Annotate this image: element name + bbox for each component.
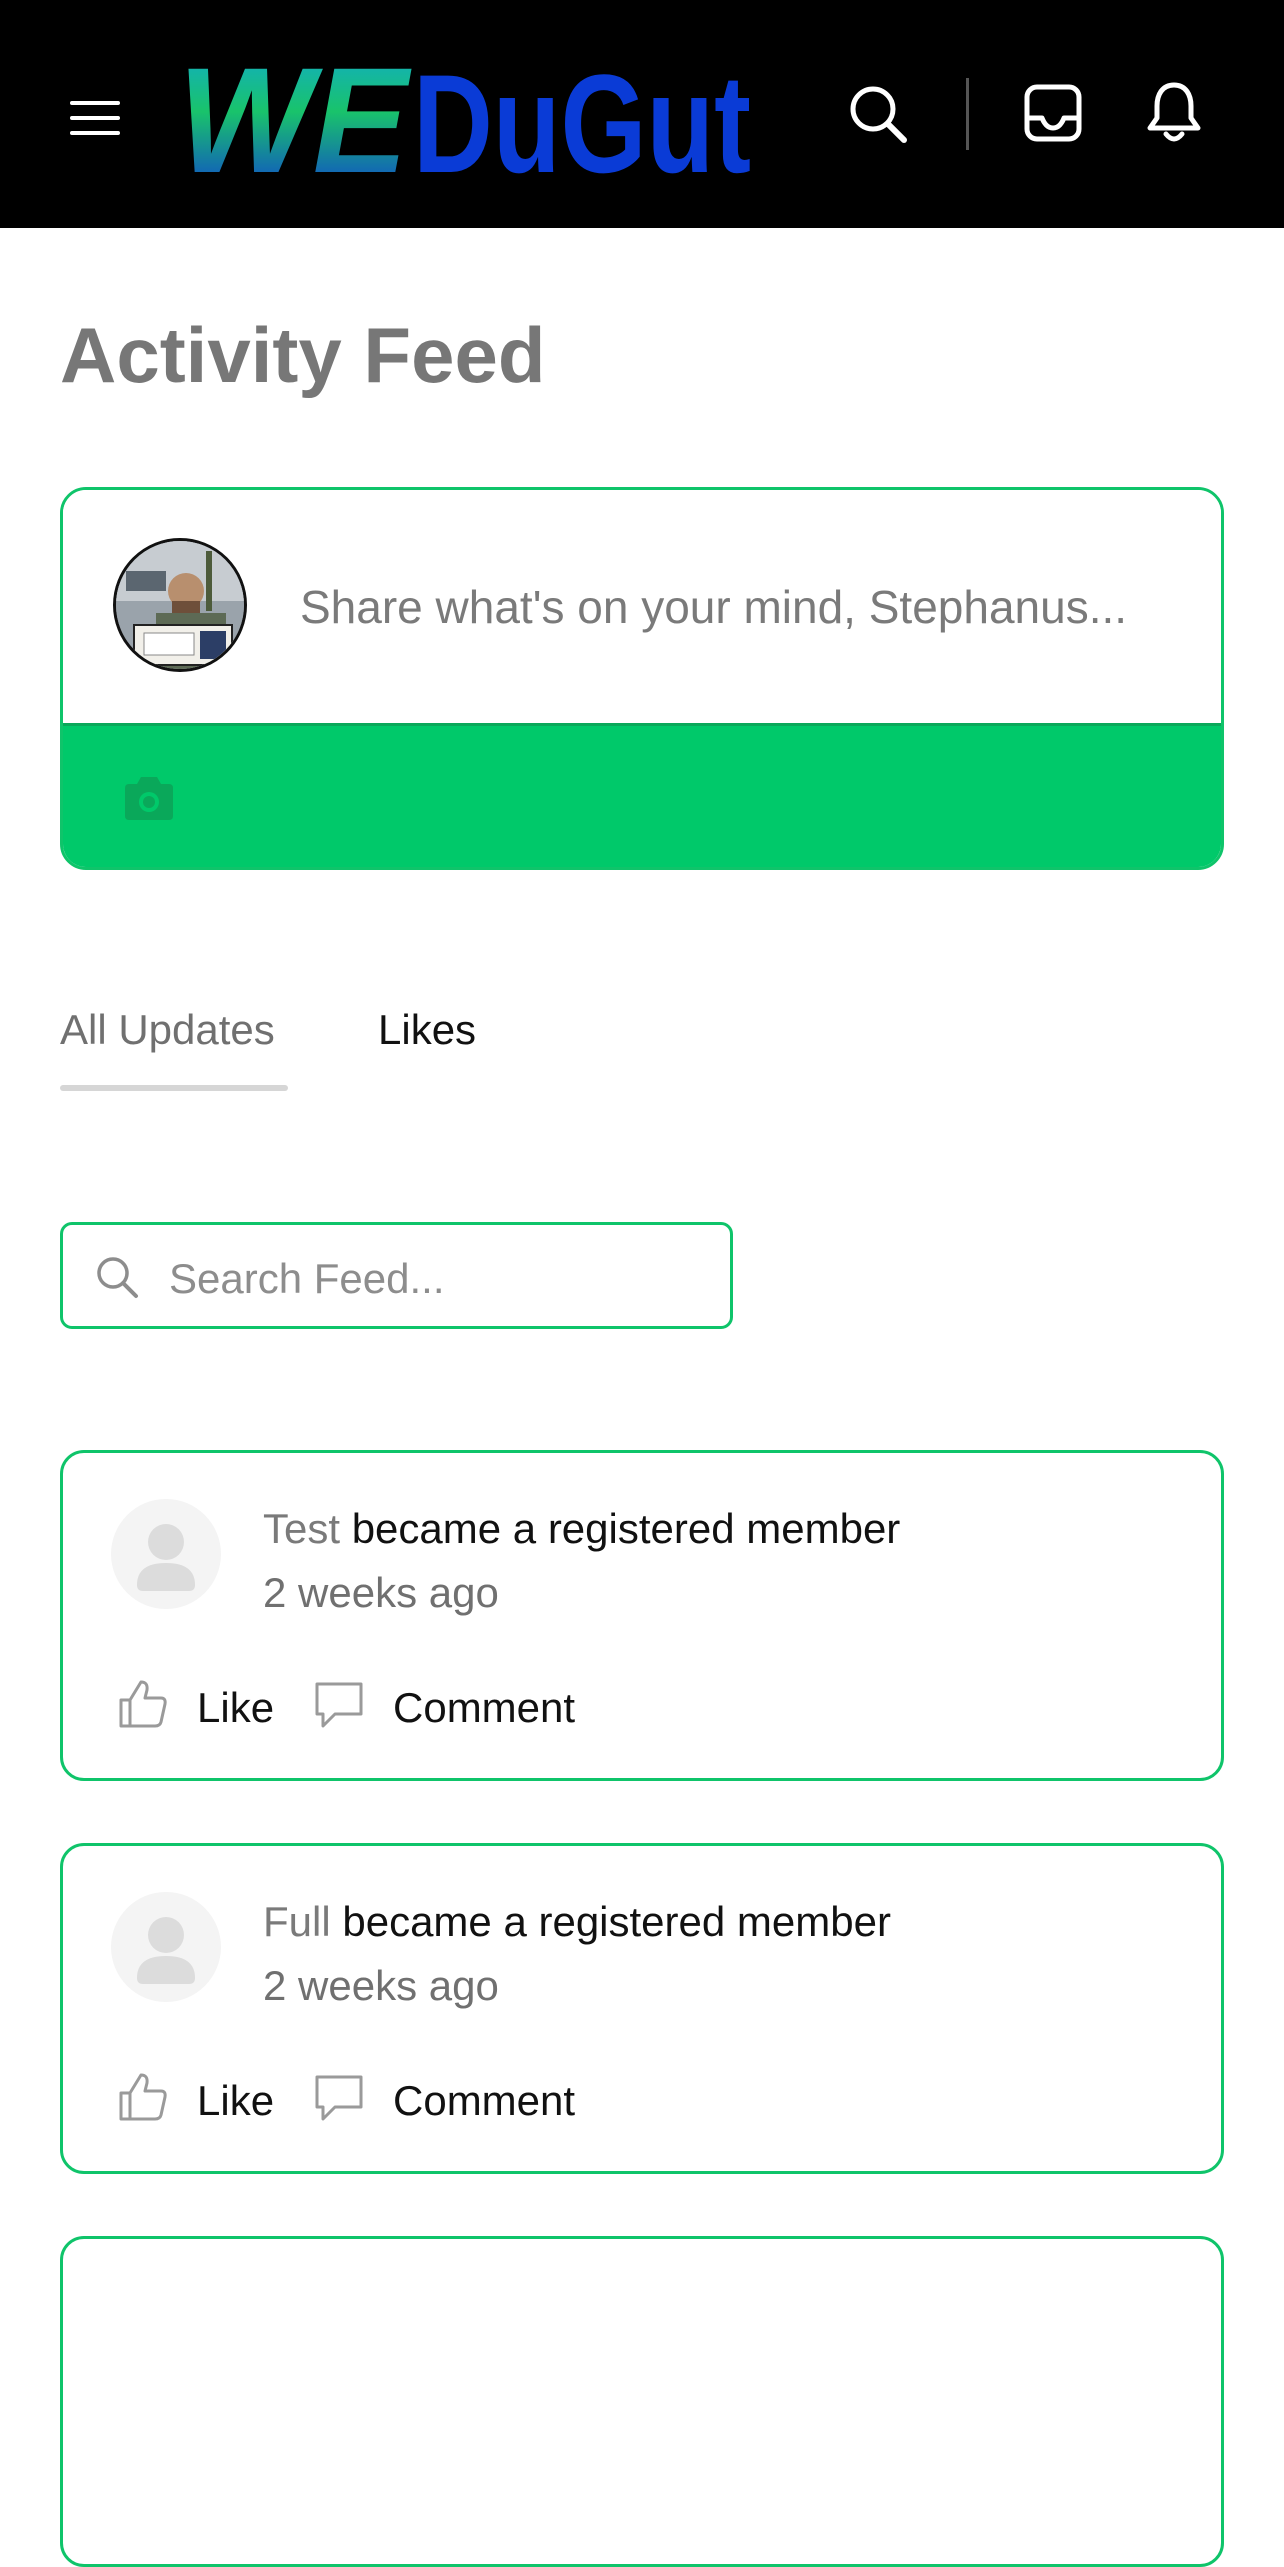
header-divider [966,78,969,150]
inbox-icon[interactable] [1024,84,1082,142]
activity-user-link[interactable]: Full [263,1898,331,1945]
like-label: Like [197,2077,275,2124]
activity-card [60,2236,1224,2567]
activity-text: Full became a registered member [263,1898,891,1946]
svg-text:DuGut: DuGut [413,52,751,182]
camera-icon[interactable] [121,774,177,822]
thumbs-up-icon [119,1680,167,1728]
active-tab-indicator [60,1085,288,1091]
search-icon [97,1257,138,1298]
tab-likes[interactable]: Likes [378,1006,476,1054]
composer-toolbar [63,723,1221,867]
post-composer: Share what's on your mind, Stephanus... [60,487,1224,870]
activity-user-link[interactable]: Test [263,1505,340,1552]
bell-icon[interactable] [1146,80,1202,146]
activity-action: became a registered member [342,1898,891,1945]
thumbs-up-icon [119,2073,167,2121]
menu-icon[interactable] [70,101,120,137]
activity-timestamp[interactable]: 2 weeks ago [263,1569,499,1617]
composer-input-area[interactable]: Share what's on your mind, Stephanus... [63,490,1221,723]
feed-search-input[interactable]: Search Feed... [60,1222,733,1329]
tab-all-updates[interactable]: All Updates [60,1006,275,1054]
feed-search-placeholder: Search Feed... [169,1255,445,1302]
top-navigation-bar: WE DuGut [0,0,1284,228]
composer-placeholder[interactable]: Share what's on your mind, Stephanus... [300,580,1127,634]
like-label: Like [197,1684,275,1731]
activity-action: became a registered member [351,1505,901,1552]
comment-label: Comment [393,1684,576,1731]
activity-card: Test became a registered member 2 weeks … [60,1450,1224,1781]
comment-icon [315,2075,363,2121]
user-avatar[interactable] [113,538,247,672]
page-title: Activity Feed [60,311,546,399]
search-icon[interactable] [848,84,908,144]
member-avatar[interactable] [111,1892,221,2002]
activity-card: Full became a registered member 2 weeks … [60,1843,1224,2174]
comment-label: Comment [393,2077,576,2124]
activity-timestamp[interactable]: 2 weeks ago [263,1962,499,2010]
member-avatar[interactable] [111,1499,221,1609]
comment-icon [315,1682,363,1728]
site-logo[interactable]: WE DuGut [178,52,753,182]
svg-text:WE: WE [178,52,412,182]
activity-text: Test became a registered member [263,1505,900,1553]
